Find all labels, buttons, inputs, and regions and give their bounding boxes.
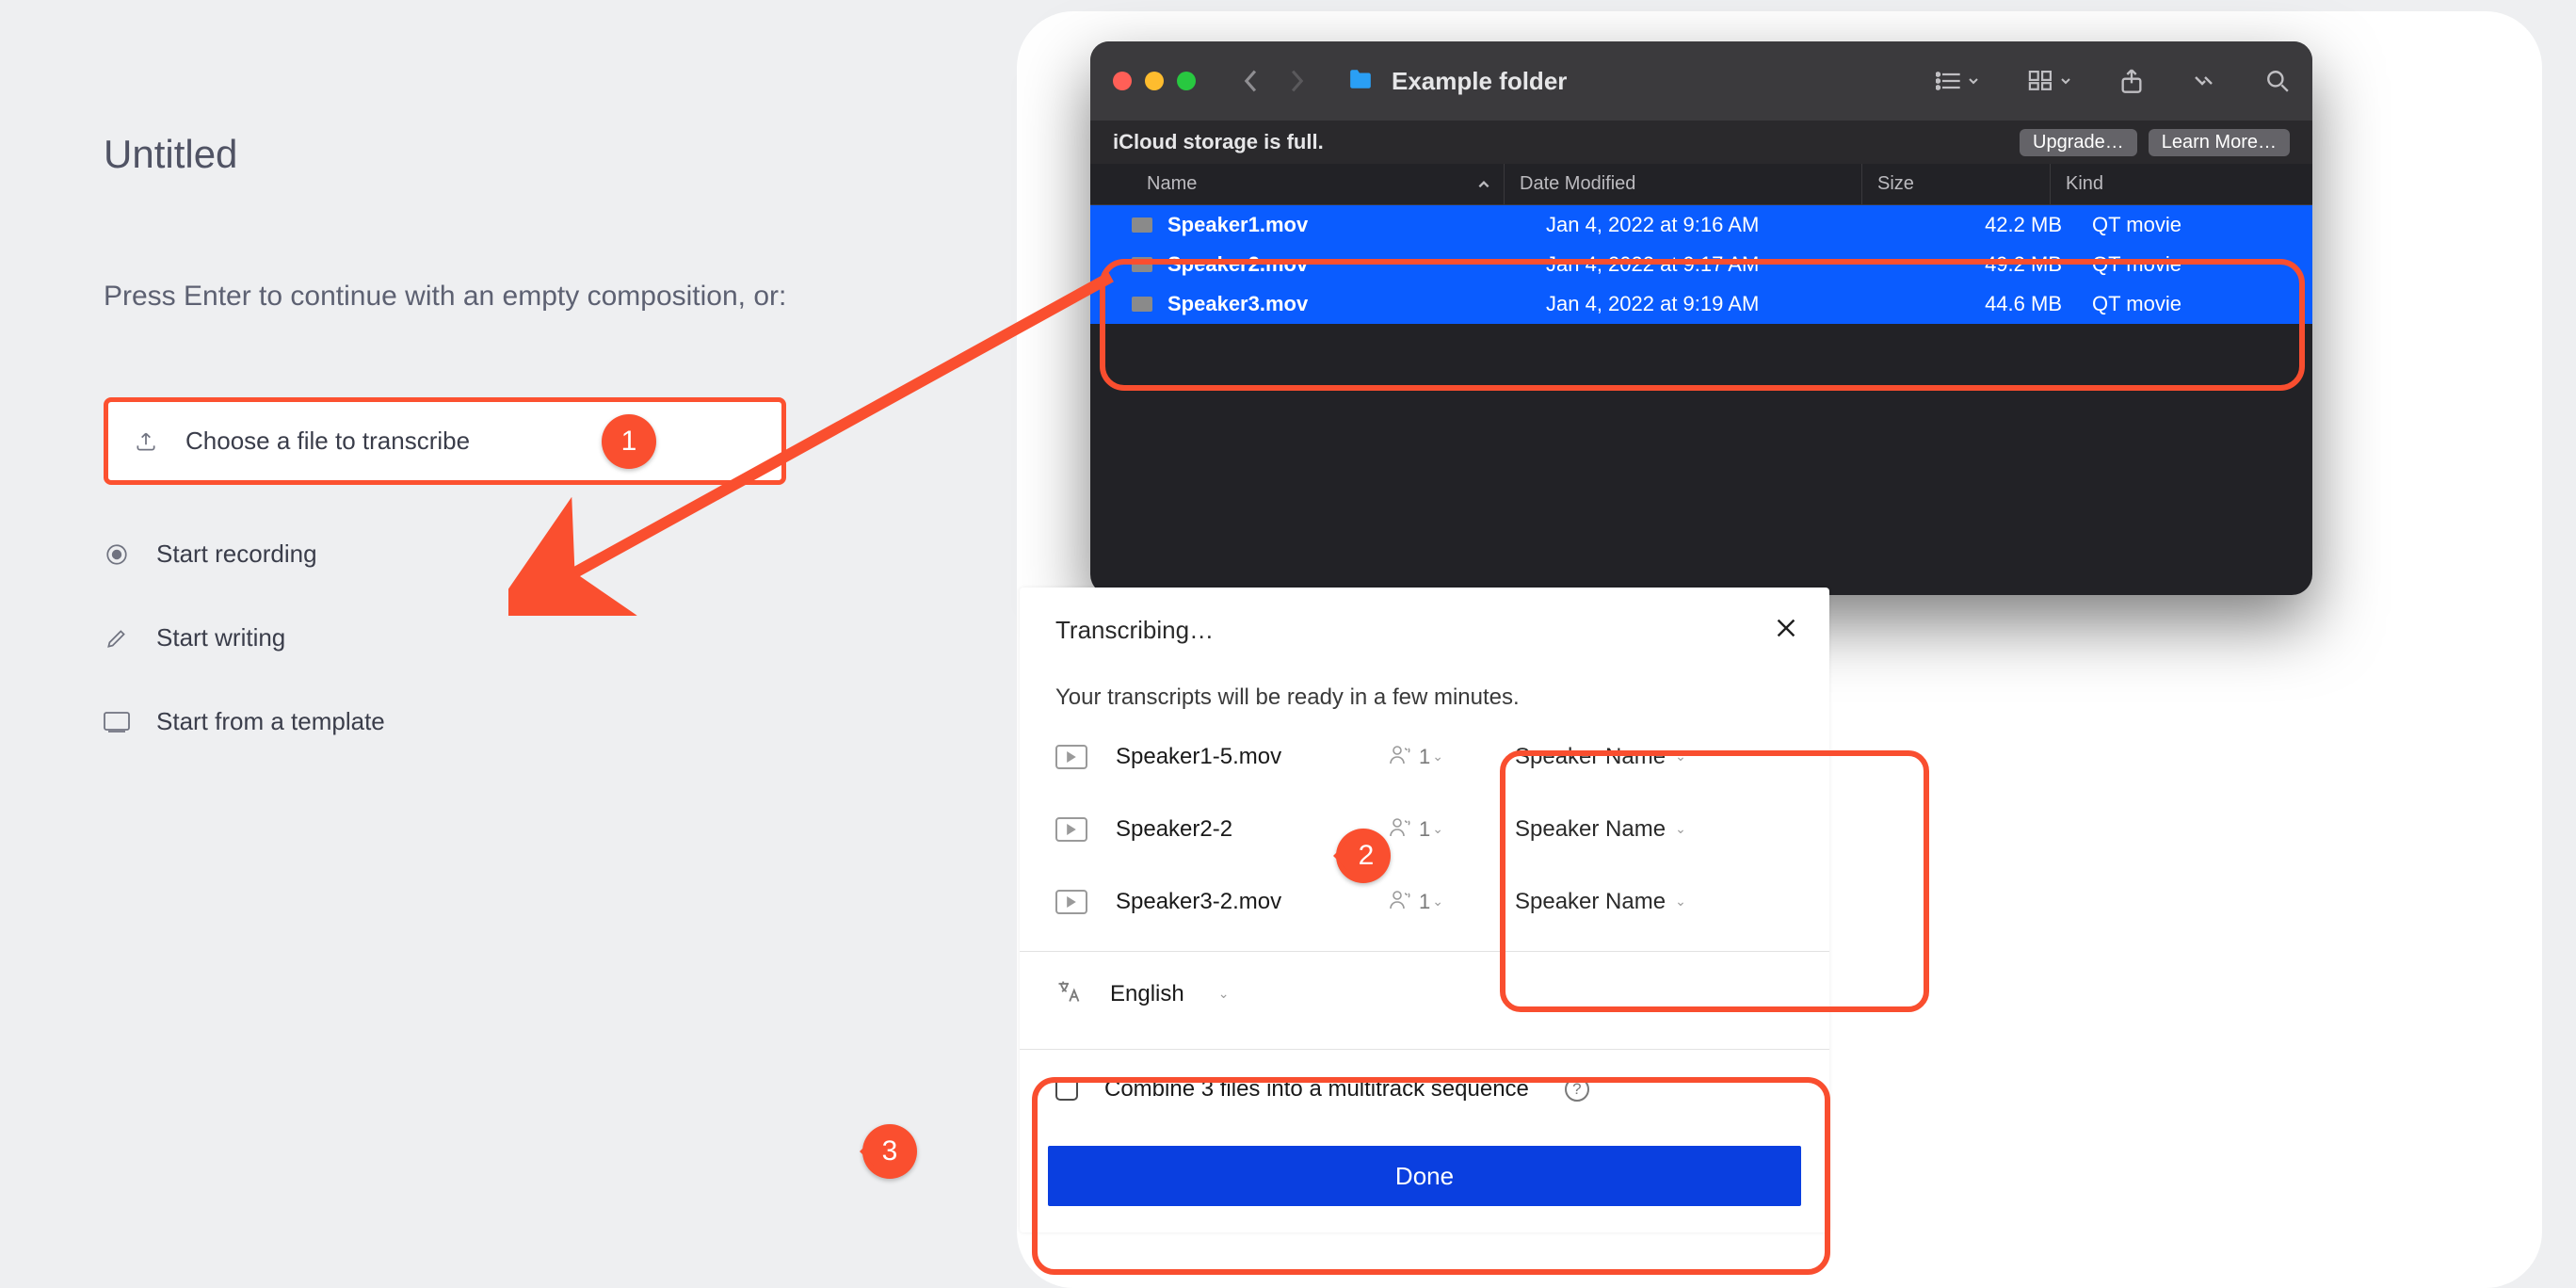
modal-title: Transcribing…: [1055, 616, 1214, 645]
upload-icon: [133, 428, 159, 455]
file-row[interactable]: Speaker2.mov Jan 4, 2022 at 9:17 AM 49.2…: [1090, 245, 2312, 284]
annotation-badge-3: 3: [862, 1124, 917, 1179]
nav-back-button[interactable]: [1232, 61, 1271, 101]
file-thumb-icon: [1132, 297, 1152, 312]
chevron-down-icon: ⌄: [1432, 749, 1443, 765]
play-icon[interactable]: [1055, 817, 1087, 842]
group-button[interactable]: [2028, 71, 2071, 91]
nav-forward-button[interactable]: [1277, 61, 1316, 101]
upgrade-button[interactable]: Upgrade…: [2020, 129, 2137, 156]
speaker-name-select[interactable]: Speaker Name ⌄: [1472, 889, 1686, 915]
finder-title: Example folder: [1392, 67, 1567, 96]
play-icon[interactable]: [1055, 890, 1087, 914]
record-icon: [104, 541, 130, 568]
page-subtitle: Press Enter to continue with an empty co…: [104, 281, 786, 313]
storage-full-alert: iCloud storage is full.: [1113, 130, 1324, 154]
chevron-down-icon: ⌄: [1675, 894, 1686, 910]
start-recording-label: Start recording: [156, 539, 317, 569]
chevron-down-icon: ⌄: [1675, 821, 1686, 837]
speaker-count-select[interactable]: 1 ⌄: [1389, 743, 1443, 770]
modal-subtitle: Your transcripts will be ready in a few …: [1020, 660, 1829, 720]
speaker-name-select[interactable]: Speaker Name ⌄: [1472, 744, 1686, 770]
folder-icon: [1348, 67, 1373, 96]
modal-file-row: Speaker2-2 1 ⌄ Speaker Name ⌄: [1020, 793, 1829, 865]
finder-window: Example folder iCloud storage is full.: [1090, 41, 2312, 595]
combine-checkbox[interactable]: [1055, 1078, 1078, 1101]
chevron-down-icon: ⌄: [1675, 749, 1686, 765]
help-icon[interactable]: ?: [1565, 1077, 1589, 1102]
search-button[interactable]: [2265, 69, 2290, 93]
start-recording-option[interactable]: Start recording: [104, 539, 786, 569]
pencil-icon: [104, 625, 130, 652]
person-icon: [1389, 815, 1411, 843]
play-icon[interactable]: [1055, 745, 1087, 769]
column-name[interactable]: Name: [1147, 164, 1505, 204]
speaker-count-select[interactable]: 1 ⌄: [1389, 888, 1443, 915]
file-list: Speaker1.mov Jan 4, 2022 at 9:16 AM 42.2…: [1090, 205, 2312, 324]
person-icon: [1389, 888, 1411, 915]
window-zoom-button[interactable]: [1177, 72, 1196, 90]
view-list-button[interactable]: [1936, 71, 1979, 91]
annotation-badge-2: 2: [1336, 829, 1391, 883]
transcribing-modal: Transcribing… Your transcripts will be r…: [1020, 588, 1829, 1232]
column-size[interactable]: Size: [1862, 164, 2051, 204]
start-template-label: Start from a template: [156, 707, 385, 736]
file-row[interactable]: Speaker3.mov Jan 4, 2022 at 9:19 AM 44.6…: [1090, 284, 2312, 324]
start-writing-option[interactable]: Start writing: [104, 623, 786, 652]
modal-close-button[interactable]: [1775, 617, 1797, 644]
modal-file-row: Speaker1-5.mov 1 ⌄ Speaker Name ⌄: [1020, 720, 1829, 793]
chevron-down-icon: ⌄: [1218, 986, 1230, 1002]
window-close-button[interactable]: [1113, 72, 1132, 90]
chevron-down-icon: ⌄: [1432, 894, 1443, 910]
column-header: Name Date Modified Size Kind: [1090, 164, 2312, 205]
person-icon: [1389, 743, 1411, 770]
chevron-down-icon: ⌄: [1432, 821, 1443, 837]
language-select[interactable]: English ⌄: [1020, 952, 1829, 1036]
speaker-count-select[interactable]: 1 ⌄: [1389, 815, 1443, 843]
share-button[interactable]: [2120, 68, 2143, 94]
file-thumb-icon: [1132, 217, 1152, 233]
modal-file-row: Speaker3-2.mov 1 ⌄ Speaker Name ⌄: [1020, 865, 1829, 938]
done-button[interactable]: Done: [1048, 1146, 1801, 1206]
choose-file-option[interactable]: Choose a file to transcribe: [104, 397, 786, 485]
choose-file-label: Choose a file to transcribe: [185, 427, 470, 456]
column-kind[interactable]: Kind: [2051, 173, 2103, 195]
speaker-name-select[interactable]: Speaker Name ⌄: [1472, 816, 1686, 843]
file-thumb-icon: [1132, 257, 1152, 272]
start-writing-label: Start writing: [156, 623, 285, 652]
column-date[interactable]: Date Modified: [1505, 164, 1862, 204]
more-button[interactable]: [2192, 73, 2216, 89]
learn-more-button[interactable]: Learn More…: [2149, 129, 2290, 156]
annotation-badge-1: 1: [602, 414, 656, 469]
template-icon: [104, 709, 130, 735]
translate-icon: [1055, 978, 1082, 1009]
page-title: Untitled: [104, 132, 786, 177]
file-row[interactable]: Speaker1.mov Jan 4, 2022 at 9:16 AM 42.2…: [1090, 205, 2312, 245]
combine-label: Combine 3 files into a multitrack sequen…: [1104, 1076, 1529, 1103]
sort-asc-icon: [1477, 179, 1490, 190]
start-template-option[interactable]: Start from a template: [104, 707, 786, 736]
window-minimize-button[interactable]: [1145, 72, 1164, 90]
